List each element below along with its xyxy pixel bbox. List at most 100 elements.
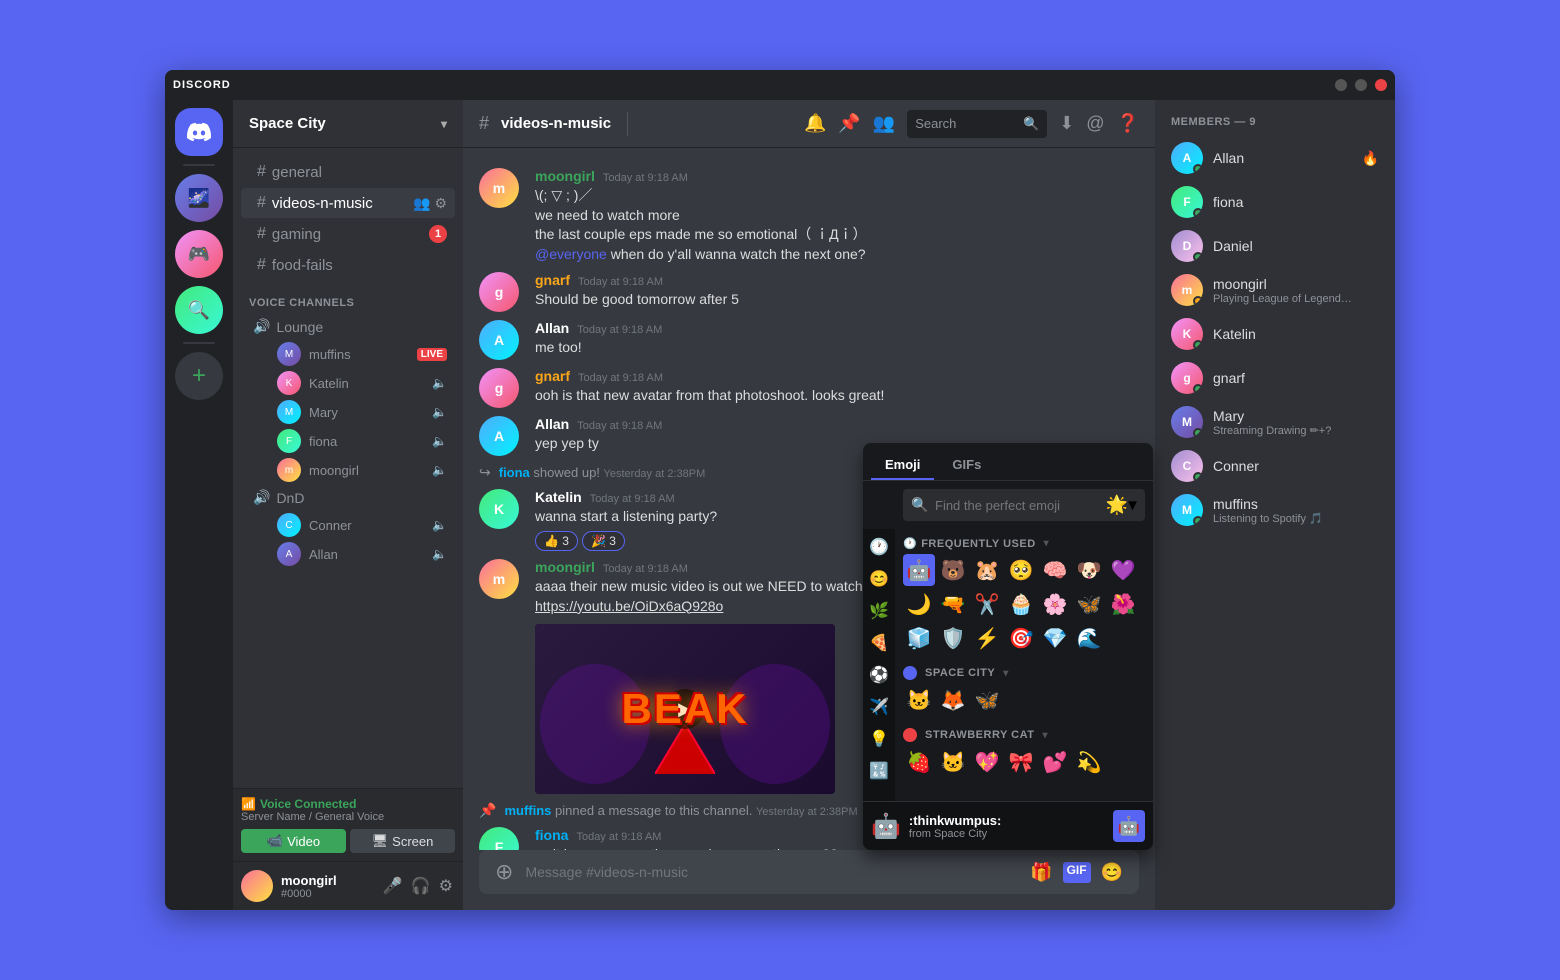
voice-user-muffins[interactable]: M muffins LIVE [241, 340, 455, 368]
voice-user-moongirl[interactable]: m moongirl 🔈 [241, 456, 455, 484]
download-icon[interactable]: ⬇ [1059, 113, 1074, 134]
screen-button[interactable]: 🖥 Screen [350, 829, 455, 853]
emoji-sidebar-recent[interactable]: 🕐 [865, 533, 893, 561]
member-item-daniel[interactable]: D Daniel [1163, 224, 1387, 268]
emoji-sidebar-nature[interactable]: 🌿 [865, 597, 893, 625]
voice-channel-dnd[interactable]: 🔊 DnD [241, 485, 455, 510]
server-icon-2[interactable]: 🎮 [175, 230, 223, 278]
voice-user-allan[interactable]: A Allan 🔈 [241, 540, 455, 568]
member-item-fiona[interactable]: F fiona [1163, 180, 1387, 224]
emoji-item[interactable]: 🎯 [1005, 622, 1037, 654]
emoji-item[interactable]: 🛡️ [937, 622, 969, 654]
maximize-button[interactable] [1355, 79, 1367, 91]
emoji-item[interactable]: 💖 [971, 746, 1003, 778]
emoji-item[interactable]: 🌊 [1073, 622, 1105, 654]
mute-button[interactable]: 🎤 [381, 874, 405, 898]
server-header[interactable]: Space City ▾ [233, 100, 463, 148]
bell-icon[interactable]: 🔔 [804, 113, 826, 134]
skin-tone-button[interactable]: 🌟▾ [1106, 495, 1137, 516]
server-icon-discord[interactable] [175, 108, 223, 156]
voice-user-katelin[interactable]: K Katelin 🔈 [241, 369, 455, 397]
chevron-down-icon[interactable]: ▾ [1044, 538, 1050, 549]
chevron-down-icon[interactable]: ▾ [1042, 730, 1048, 741]
emoji-sidebar-activity[interactable]: ⚽ [865, 661, 893, 689]
emoji-item[interactable]: 🧊 [903, 622, 935, 654]
minimize-button[interactable] [1335, 79, 1347, 91]
settings-icon[interactable]: ⚙ [434, 195, 447, 212]
members-icon[interactable]: 👥 [873, 113, 895, 134]
server-icon-1[interactable]: 🌌 [175, 174, 223, 222]
server-icon-3[interactable]: 🔍 [175, 286, 223, 334]
emoji-item[interactable]: 🧠 [1039, 554, 1071, 586]
emoji-item[interactable]: 🐶 [1073, 554, 1105, 586]
emoji-item[interactable]: 💕 [1039, 746, 1071, 778]
member-item-katelin[interactable]: K Katelin [1163, 312, 1387, 356]
gif-icon[interactable]: GIF [1063, 862, 1091, 883]
pin-icon[interactable]: 📌 [838, 113, 860, 134]
emoji-sidebar-travel[interactable]: ✈️ [865, 693, 893, 721]
emoji-item[interactable]: 🍓 [903, 746, 935, 778]
emoji-tab-gifs[interactable]: GIFs [938, 451, 995, 480]
emoji-sidebar-smiley[interactable]: 😊 [865, 565, 893, 593]
emoji-item[interactable]: 💜 [1107, 554, 1139, 586]
member-item-conner[interactable]: C Conner [1163, 444, 1387, 488]
member-item-mary[interactable]: M Mary Streaming Drawing ✏+? [1163, 400, 1387, 444]
gift-icon[interactable]: 🎁 [1030, 862, 1052, 883]
member-item-moongirl[interactable]: m moongirl Playing League of Legends 🎮 [1163, 268, 1387, 312]
member-item-allan[interactable]: A Allan 🔥 [1163, 136, 1387, 180]
emoji-item[interactable]: 🦊 [937, 684, 969, 716]
emoji-item[interactable]: ✂️ [971, 588, 1003, 620]
emoji-item[interactable]: 🥺 [1005, 554, 1037, 586]
chevron-down-icon[interactable]: ▾ [1003, 668, 1009, 679]
emoji-item[interactable]: 🐻 [937, 554, 969, 586]
emoji-sidebar-food[interactable]: 🍕 [865, 629, 893, 657]
emoji-item[interactable]: 🧁 [1005, 588, 1037, 620]
emoji-item[interactable]: 🐱 [937, 746, 969, 778]
close-button[interactable] [1375, 79, 1387, 91]
emoji-item[interactable]: 🤖 [903, 554, 935, 586]
emoji-item[interactable]: 🐹 [971, 554, 1003, 586]
emoji-tab-emoji[interactable]: Emoji [871, 451, 934, 480]
help-icon[interactable]: ❓ [1117, 113, 1139, 134]
voice-user-fiona[interactable]: F fiona 🔈 [241, 427, 455, 455]
attach-icon[interactable]: ⊕ [495, 859, 513, 885]
emoji-item[interactable]: 🐱 [903, 684, 935, 716]
emoji-item[interactable]: 🎀 [1005, 746, 1037, 778]
emoji-item[interactable]: 🦋 [971, 684, 1003, 716]
channel-item-gaming[interactable]: # gaming 1 [241, 219, 455, 249]
emoji-sidebar-objects[interactable]: 💡 [865, 725, 893, 753]
reaction-thumbs[interactable]: 👍 3 [535, 531, 578, 551]
emoji-item[interactable]: 🌙 [903, 588, 935, 620]
server-name: Space City [249, 115, 326, 132]
emoji-item[interactable]: ⚡ [971, 622, 1003, 654]
emoji-sidebar-symbols[interactable]: 🔣 [865, 757, 893, 785]
member-item-muffins[interactable]: M muffins Listening to Spotify 🎵 [1163, 488, 1387, 532]
settings-button[interactable]: ⚙ [437, 874, 455, 898]
emoji-item[interactable]: 🌸 [1039, 588, 1071, 620]
header-search[interactable]: Search 🔍 [907, 110, 1047, 138]
voice-user-mary[interactable]: M Mary 🔈 [241, 398, 455, 426]
deafen-button[interactable]: 🎧 [409, 874, 433, 898]
emoji-item[interactable]: 💎 [1039, 622, 1071, 654]
emoji-item[interactable]: 🦋 [1073, 588, 1105, 620]
emoji-icon[interactable]: 😊 [1101, 862, 1123, 883]
emoji-item[interactable]: 💫 [1073, 746, 1105, 778]
message-input[interactable] [525, 850, 1018, 894]
add-server-button[interactable]: + [175, 352, 223, 400]
video-embed[interactable]: BEAK ▶ [535, 624, 835, 794]
voice-channel-lounge[interactable]: 🔊 Lounge [241, 314, 455, 339]
arrow-icon: ↪ [479, 464, 491, 481]
emoji-item[interactable]: 🌺 [1107, 588, 1139, 620]
member-item-gnarf[interactable]: g gnarf [1163, 356, 1387, 400]
reaction-party[interactable]: 🎉 3 [582, 531, 625, 551]
channel-item-food[interactable]: # food-fails [241, 250, 455, 280]
mention-icon[interactable]: @ [1086, 113, 1104, 134]
video-button[interactable]: 📹 Video [241, 829, 346, 853]
channel-item-general[interactable]: # general [241, 157, 455, 187]
add-member-icon[interactable]: 👥 [413, 195, 430, 212]
emoji-item[interactable]: 🔫 [937, 588, 969, 620]
mute-icon: 🔈 [432, 547, 447, 561]
channel-item-videos[interactable]: # videos-n-music 👥 ⚙ [241, 188, 455, 218]
message-text: Should be good tomorrow after 5 [535, 290, 1139, 310]
voice-user-conner[interactable]: C Conner 🔈 [241, 511, 455, 539]
